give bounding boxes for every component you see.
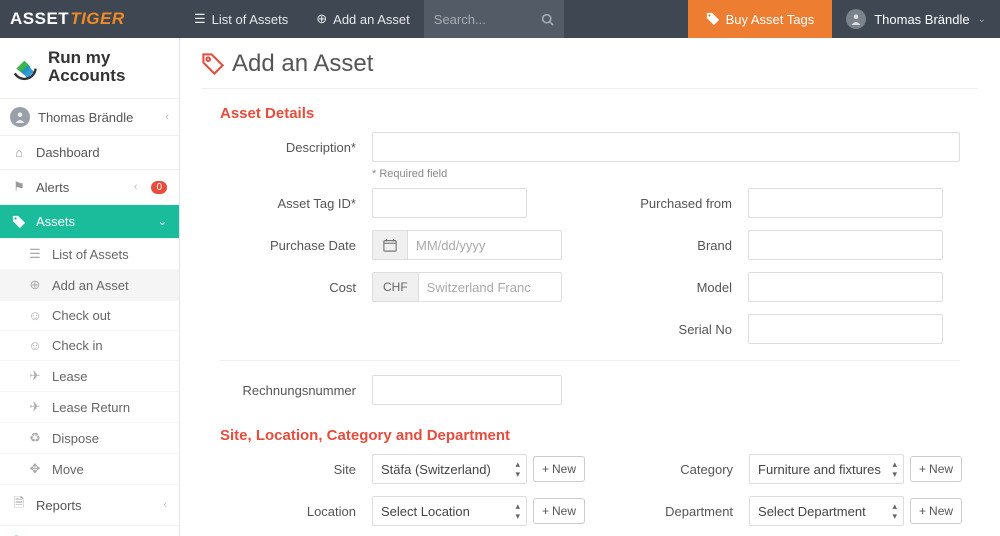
brand-field[interactable]	[748, 230, 943, 260]
subnav-lease-return[interactable]: ✈ Lease Return	[0, 392, 179, 423]
plus-icon: +	[919, 504, 926, 518]
tag-icon	[12, 215, 26, 229]
user-icon: ☺	[28, 338, 42, 353]
nav-dashboard[interactable]: ⌂ Dashboard	[0, 136, 179, 170]
label-model: Model	[596, 280, 736, 295]
location-select[interactable]: Select Location ▴▾	[372, 496, 527, 526]
topbar: ASSETTIGER ☰ List of Assets ⊕ Add an Ass…	[0, 0, 1000, 38]
main-content: Add an Asset Asset Details Description* …	[180, 38, 1000, 536]
select-arrows-icon: ▴▾	[893, 459, 898, 479]
new-site-button[interactable]: +New	[533, 456, 585, 482]
send-icon: ✈	[28, 399, 42, 415]
tag-icon	[706, 12, 720, 26]
select-arrows-icon: ▴▾	[515, 459, 520, 479]
site-select[interactable]: Stäfa (Switzerland) ▴▾	[372, 454, 527, 484]
label-description: Description*	[220, 140, 360, 155]
nav-assets[interactable]: Assets ⌄	[0, 205, 179, 239]
calendar-icon[interactable]	[372, 230, 407, 260]
move-icon: ✥	[28, 461, 42, 477]
avatar-icon	[10, 107, 30, 127]
plus-circle-icon: ⊕	[28, 277, 42, 293]
label-cost: Cost	[220, 280, 360, 295]
search-icon[interactable]	[541, 13, 554, 26]
required-helper: * Required field	[372, 168, 960, 180]
page-title: Add an Asset	[202, 50, 978, 89]
subnav-lease[interactable]: ✈ Lease	[0, 361, 179, 392]
asset-tag-field[interactable]	[372, 188, 527, 218]
label-category: Category	[597, 462, 737, 477]
top-search[interactable]	[424, 0, 564, 38]
flag-icon: ⚑	[12, 179, 26, 195]
section-asset-details: Asset Details	[220, 105, 978, 122]
nav-reports[interactable]: 🗎 Reports ‹	[0, 485, 179, 526]
currency-prefix: CHF	[372, 272, 418, 302]
label-purchased-from: Purchased from	[596, 196, 736, 211]
section-site-location: Site, Location, Category and Department	[220, 427, 978, 444]
purchase-date-field[interactable]	[407, 230, 562, 260]
label-brand: Brand	[596, 238, 736, 253]
top-list-assets-link[interactable]: ☰ List of Assets	[180, 0, 302, 38]
rechnungsnummer-field[interactable]	[372, 375, 562, 405]
alerts-badge: 0	[151, 181, 167, 194]
new-category-button[interactable]: +New	[910, 456, 962, 482]
top-add-label: Add an Asset	[333, 12, 410, 27]
subnav-checkin[interactable]: ☺ Check in	[0, 331, 179, 361]
list-icon: ☰	[194, 11, 206, 27]
subnav-add-asset[interactable]: ⊕ Add an Asset	[0, 270, 179, 301]
model-field[interactable]	[748, 272, 943, 302]
select-arrows-icon: ▴▾	[893, 501, 898, 521]
user-icon: ☺	[28, 308, 42, 323]
search-input[interactable]	[434, 12, 534, 27]
top-add-asset-link[interactable]: ⊕ Add an Asset	[302, 0, 424, 38]
new-department-button[interactable]: +New	[910, 498, 962, 524]
plus-icon: +	[542, 462, 549, 476]
chevron-left-icon: ‹	[134, 181, 138, 193]
subnav-dispose[interactable]: ♻ Dispose	[0, 423, 179, 454]
top-list-label: List of Assets	[212, 12, 289, 27]
purchased-from-field[interactable]	[748, 188, 943, 218]
buy-asset-tags-button[interactable]: Buy Asset Tags	[688, 0, 833, 38]
plus-circle-icon: ⊕	[316, 11, 327, 27]
plus-icon: +	[919, 462, 926, 476]
label-asset-tag: Asset Tag ID*	[220, 196, 360, 211]
chevron-left-icon: ‹	[165, 111, 169, 123]
subnav-list-assets[interactable]: ☰ List of Assets	[0, 239, 179, 270]
chevron-down-icon: ⌄	[978, 14, 986, 25]
chevron-left-icon: ‹	[163, 499, 167, 511]
select-arrows-icon: ▴▾	[515, 501, 520, 521]
serial-field[interactable]	[748, 314, 943, 344]
list-icon: ☰	[28, 246, 42, 262]
top-user-menu[interactable]: Thomas Brändle ⌄	[832, 0, 1000, 38]
category-select[interactable]: Furniture and fixtures ▴▾	[749, 454, 904, 484]
department-select[interactable]: Select Department ▴▾	[749, 496, 904, 526]
avatar-icon	[846, 9, 866, 29]
label-location: Location	[220, 504, 360, 519]
client-brand: Run my Accounts	[0, 38, 179, 98]
label-purchase-date: Purchase Date	[220, 238, 360, 253]
recycle-icon: ♻	[28, 430, 42, 446]
cost-field[interactable]	[418, 272, 562, 302]
subnav-checkout[interactable]: ☺ Check out	[0, 301, 179, 331]
home-icon: ⌂	[12, 145, 26, 160]
sidebar: Run my Accounts Thomas Brändle ‹ ⌂ Dashb…	[0, 38, 180, 536]
nav-alerts[interactable]: ⚑ Alerts ‹ 0	[0, 170, 179, 205]
brand-logo-icon	[10, 48, 42, 86]
chevron-down-icon: ⌄	[158, 215, 167, 228]
tag-icon	[202, 53, 224, 75]
label-site: Site	[220, 462, 360, 477]
subnav-move[interactable]: ✥ Move	[0, 454, 179, 485]
plus-icon: +	[542, 504, 549, 518]
label-rechnungsnummer: Rechnungsnummer	[220, 383, 360, 398]
new-location-button[interactable]: +New	[533, 498, 585, 524]
document-icon: 🗎	[12, 494, 26, 516]
app-logo: ASSETTIGER	[0, 0, 180, 38]
nav-tools[interactable]: 🔧 Tools ‹	[0, 526, 179, 536]
send-icon: ✈	[28, 368, 42, 384]
description-field[interactable]	[372, 132, 960, 162]
label-department: Department	[597, 504, 737, 519]
label-serial: Serial No	[596, 322, 736, 337]
sidebar-user[interactable]: Thomas Brändle ‹	[0, 98, 179, 136]
